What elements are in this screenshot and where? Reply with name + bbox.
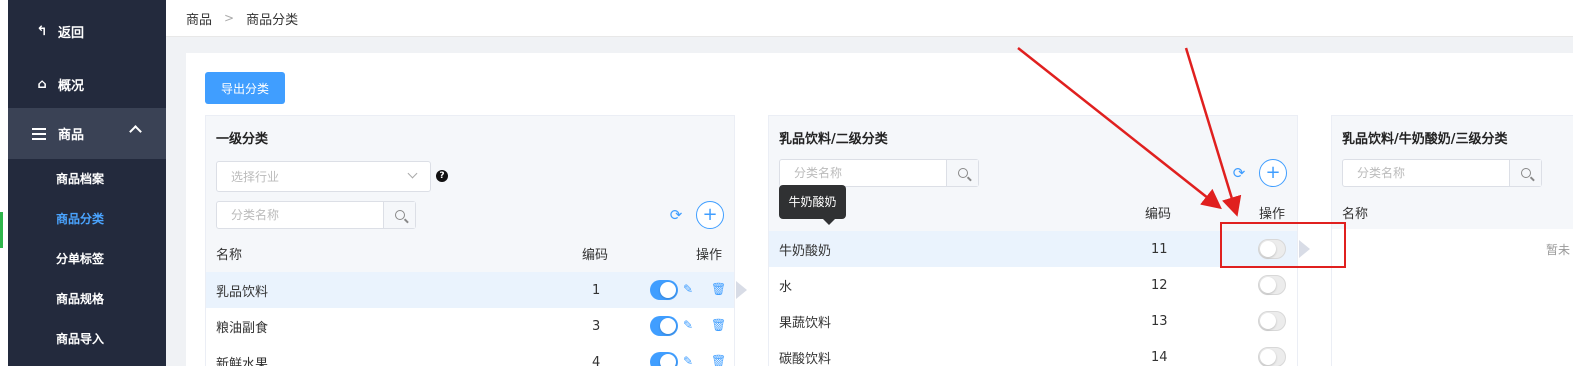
- annotation-arrows: [1017, 47, 1242, 217]
- arrow-left: [1017, 47, 1222, 210]
